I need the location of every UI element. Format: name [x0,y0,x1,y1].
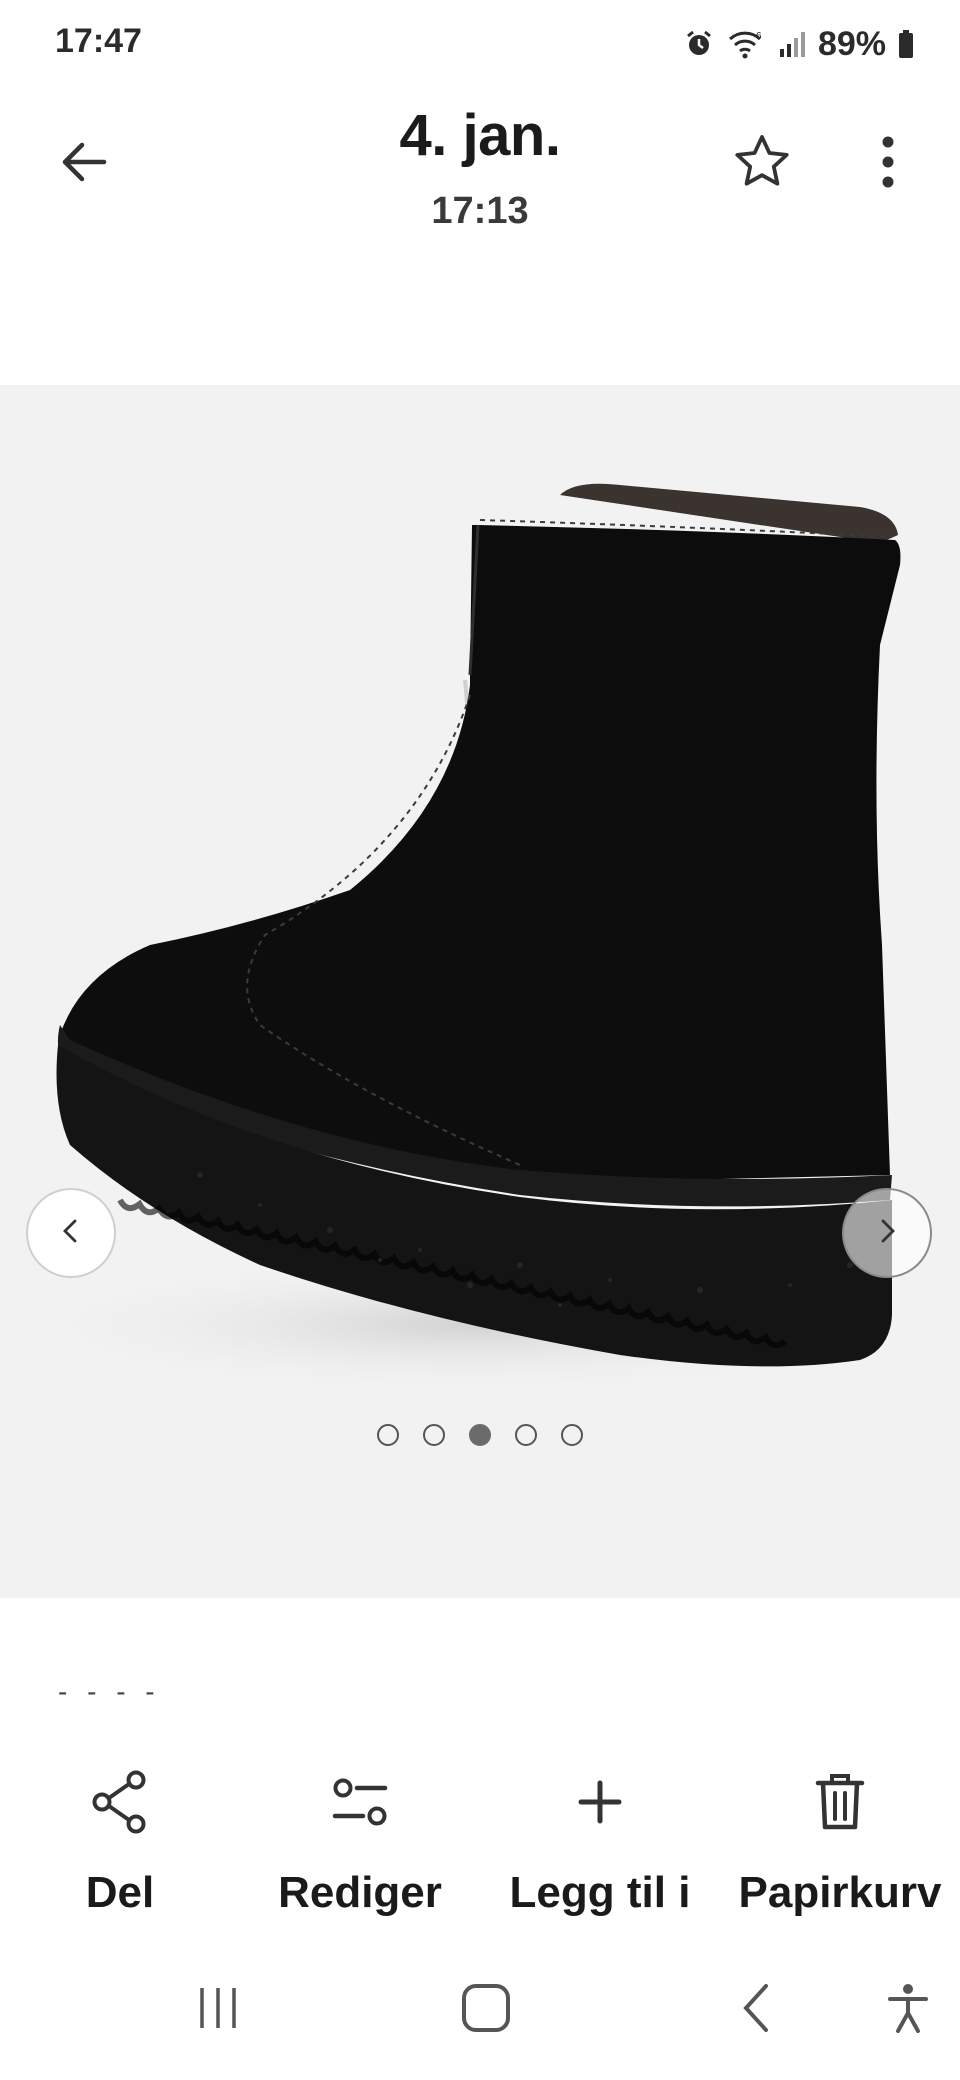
alarm-icon [684,29,714,59]
trash-icon [814,1762,866,1842]
home-icon [459,1981,513,2040]
star-icon [732,132,792,197]
caption-fragment: - - - - [58,1676,161,1707]
carousel-indicator [0,1424,960,1446]
boot-image [10,483,930,1395]
photo-date: 4. jan. [399,103,561,168]
carousel-dot[interactable] [561,1424,583,1446]
photo-time: 17:13 [431,190,529,232]
more-vert-icon [878,134,898,195]
plus-icon [575,1762,625,1842]
trash-button[interactable]: Papirkurv [720,1750,960,1930]
carousel-dot[interactable] [469,1424,491,1446]
previous-image-button[interactable] [26,1188,116,1278]
carousel-dot[interactable] [515,1424,537,1446]
signal-icon [778,29,806,59]
accessibility-icon [886,1982,930,2039]
accessibility-button[interactable] [868,1970,948,2050]
back-icon [736,1981,776,2040]
trash-label: Papirkurv [738,1868,942,1917]
wifi-icon: 6 [726,27,766,61]
share-icon [90,1762,150,1842]
edit-sliders-icon [329,1762,391,1842]
bottom-action-bar: Del Rediger Legg til i Papirkurv [0,1750,960,1930]
carousel-dot[interactable] [423,1424,445,1446]
recents-icon [193,1983,243,2038]
home-button[interactable] [446,1970,526,2050]
system-back-button[interactable] [716,1970,796,2050]
favorite-button[interactable] [722,124,802,204]
system-navigation-bar [0,1970,960,2050]
chevron-right-icon [872,1216,902,1251]
recents-button[interactable] [178,1970,258,2050]
add-to-label: Legg til i [509,1868,691,1917]
status-time: 17:47 [55,22,142,60]
edit-button[interactable]: Rediger [240,1750,480,1930]
more-options-button[interactable] [848,124,928,204]
chevron-left-icon [56,1216,86,1251]
add-to-button[interactable]: Legg til i [480,1750,720,1930]
edit-label: Rediger [278,1868,442,1917]
share-button[interactable]: Del [0,1750,240,1930]
svg-text:6: 6 [756,31,762,42]
next-image-button[interactable] [842,1188,932,1278]
share-label: Del [85,1868,155,1917]
carousel-dot[interactable] [377,1424,399,1446]
battery-icon [898,29,914,59]
photo-viewer[interactable] [0,385,960,1598]
status-icons: 6 89% [684,22,914,66]
battery-percent: 89% [817,24,886,63]
